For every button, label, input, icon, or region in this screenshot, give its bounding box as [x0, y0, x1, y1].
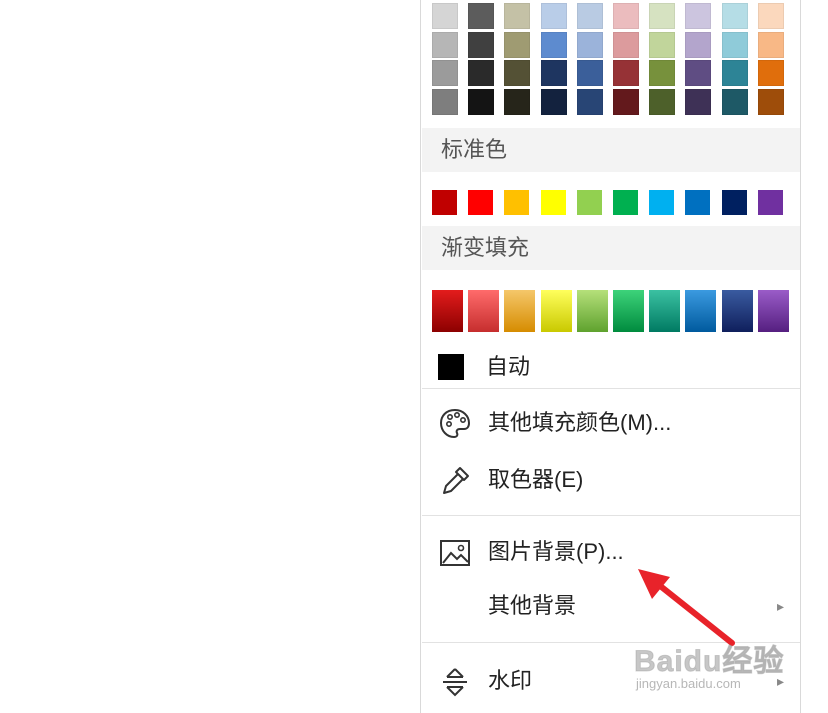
standard-color-swatch[interactable] — [613, 190, 638, 215]
auto-color-swatch — [438, 354, 464, 380]
gradient-fill-swatch[interactable] — [576, 290, 608, 332]
gradient-fill-swatch[interactable] — [721, 290, 753, 332]
theme-color-swatch[interactable] — [504, 60, 531, 86]
theme-color-swatch[interactable] — [468, 3, 495, 29]
theme-color-swatch[interactable] — [613, 3, 639, 29]
theme-color-swatch[interactable] — [432, 60, 458, 86]
theme-color-swatch[interactable] — [613, 31, 639, 58]
theme-color-swatch[interactable] — [540, 3, 567, 29]
gradient-fill-swatch[interactable] — [468, 290, 500, 332]
theme-color-swatch[interactable] — [576, 88, 603, 115]
standard-color-swatch[interactable] — [504, 190, 530, 215]
theme-colors-grid — [432, 0, 792, 118]
picture-background-item[interactable]: 图片背景(P)... — [422, 527, 800, 577]
theme-color-swatch[interactable] — [540, 31, 567, 58]
menu-divider — [422, 388, 800, 389]
theme-color-swatch[interactable] — [685, 88, 712, 115]
gradient-fill-swatch[interactable] — [504, 290, 536, 332]
picture-background-label: 图片背景(P)... — [488, 539, 624, 564]
theme-color-swatch[interactable] — [721, 60, 748, 86]
theme-color-swatch[interactable] — [468, 31, 495, 58]
watermark-icon — [438, 665, 472, 699]
theme-color-swatch[interactable] — [757, 60, 784, 86]
theme-color-swatch[interactable] — [649, 31, 676, 58]
gradient-fill-header: 渐变填充 — [422, 226, 800, 270]
standard-color-swatch[interactable] — [432, 190, 457, 215]
theme-color-swatch[interactable] — [757, 31, 784, 58]
gradient-fill-swatch[interactable] — [649, 290, 681, 332]
theme-color-swatch[interactable] — [432, 88, 458, 115]
palette-icon — [438, 407, 472, 441]
theme-color-swatch[interactable] — [576, 3, 603, 29]
more-fill-colors-item[interactable]: 其他填充颜色(M)... — [422, 398, 800, 448]
theme-color-swatch[interactable] — [576, 60, 603, 86]
picture-icon — [438, 536, 472, 570]
theme-color-swatch[interactable] — [432, 31, 458, 58]
theme-color-swatch[interactable] — [649, 3, 676, 29]
theme-color-swatch[interactable] — [685, 31, 712, 58]
eyedropper-label: 取色器(E) — [488, 467, 584, 492]
gradient-fill-swatch[interactable] — [613, 290, 644, 332]
standard-color-swatch[interactable] — [468, 190, 494, 215]
standard-color-swatch[interactable] — [576, 190, 602, 215]
other-backgrounds-label: 其他背景 — [488, 593, 577, 618]
submenu-arrow-icon: ▸ — [777, 673, 785, 689]
theme-color-swatch[interactable] — [504, 31, 531, 58]
theme-color-swatch[interactable] — [504, 88, 531, 115]
theme-color-swatch[interactable] — [685, 60, 712, 86]
theme-color-swatch[interactable] — [721, 31, 748, 58]
theme-color-swatch[interactable] — [721, 3, 748, 29]
gradient-fill-swatch[interactable] — [540, 290, 572, 332]
gradient-fill-swatch[interactable] — [757, 290, 789, 332]
watermark-label: 水印 — [488, 668, 533, 693]
theme-color-swatch[interactable] — [504, 3, 531, 29]
theme-color-swatch[interactable] — [613, 88, 639, 115]
theme-color-swatch[interactable] — [649, 88, 676, 115]
standard-colors-header: 标准色 — [422, 128, 800, 172]
watermark-item[interactable]: 水印 ▸ — [422, 656, 800, 706]
standard-color-swatch[interactable] — [757, 190, 783, 215]
more-fill-colors-label: 其他填充颜色(M)... — [488, 410, 672, 435]
theme-color-swatch[interactable] — [432, 3, 458, 29]
standard-color-swatch[interactable] — [649, 190, 675, 215]
theme-color-swatch[interactable] — [613, 60, 639, 86]
theme-color-swatch[interactable] — [757, 88, 784, 115]
background-color-dropdown: 标准色 渐变填充 自动 其他填充颜色(M)... 取色器(E) 图片背景(P).… — [420, 0, 801, 713]
menu-divider — [422, 642, 800, 643]
gradient-fill-swatch[interactable] — [432, 290, 463, 332]
gradient-fill-swatch[interactable] — [685, 290, 717, 332]
menu-divider — [422, 515, 800, 516]
eyedropper-icon — [438, 464, 472, 498]
standard-color-swatch[interactable] — [685, 190, 711, 215]
theme-color-swatch[interactable] — [468, 88, 495, 115]
theme-color-swatch[interactable] — [540, 60, 567, 86]
standard-color-swatch[interactable] — [540, 190, 566, 215]
theme-color-swatch[interactable] — [649, 60, 676, 86]
submenu-arrow-icon: ▸ — [777, 598, 785, 614]
auto-color-label: 自动 — [486, 354, 531, 379]
theme-color-swatch[interactable] — [685, 3, 712, 29]
eyedropper-item[interactable]: 取色器(E) — [422, 455, 800, 505]
theme-color-swatch[interactable] — [540, 88, 567, 115]
standard-color-swatch[interactable] — [721, 190, 747, 215]
other-backgrounds-item[interactable]: 其他背景 ▸ — [422, 581, 800, 631]
theme-color-swatch[interactable] — [757, 3, 784, 29]
auto-color-option[interactable]: 自动 — [422, 348, 800, 386]
theme-color-swatch[interactable] — [468, 60, 495, 86]
theme-color-swatch[interactable] — [721, 88, 748, 115]
theme-color-swatch[interactable] — [576, 31, 603, 58]
